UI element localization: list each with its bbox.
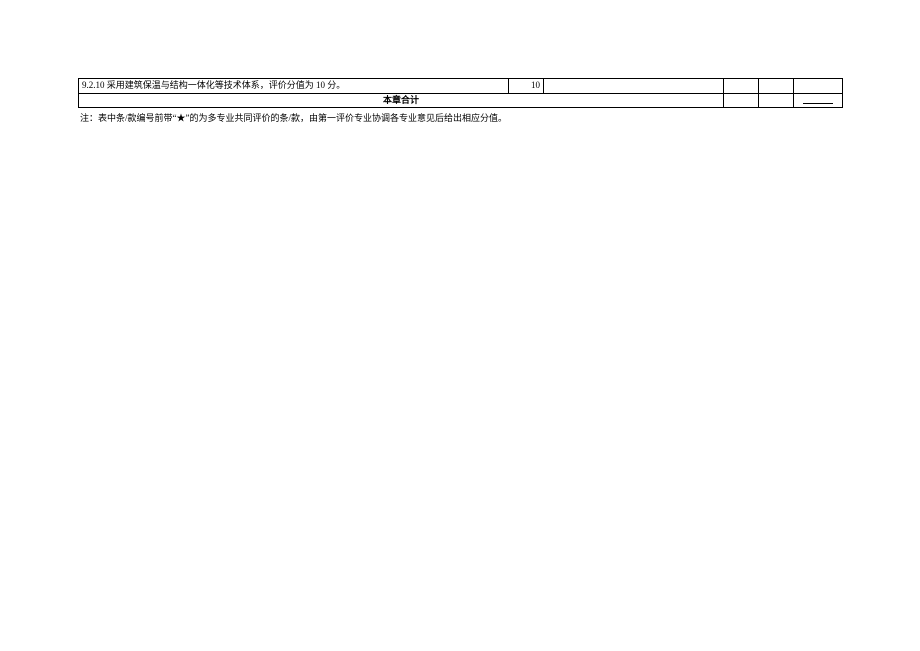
total-row: 本章合计 [79, 93, 843, 108]
underline-mark [803, 103, 833, 104]
total-value-cell [794, 93, 843, 108]
empty-cell [724, 79, 759, 94]
empty-cell [724, 93, 759, 108]
evaluation-table: 9.2.10 采用建筑保温与结构一体化等技术体系，评价分值为 10 分。 10 … [78, 78, 843, 108]
empty-cell [759, 93, 794, 108]
chapter-total-label: 本章合计 [79, 93, 724, 108]
empty-cell [544, 79, 724, 94]
item-score: 10 [509, 79, 544, 94]
item-description: 9.2.10 采用建筑保温与结构一体化等技术体系，评价分值为 10 分。 [79, 79, 509, 94]
empty-cell [759, 79, 794, 94]
empty-cell [794, 79, 843, 94]
clipped-data-row: 9.2.10 采用建筑保温与结构一体化等技术体系，评价分值为 10 分。 10 [79, 79, 843, 94]
footnote-text: 注：表中条/款编号前带“★”的为多专业共同评价的条/款，由第一评价专业协调各专业… [78, 112, 842, 125]
